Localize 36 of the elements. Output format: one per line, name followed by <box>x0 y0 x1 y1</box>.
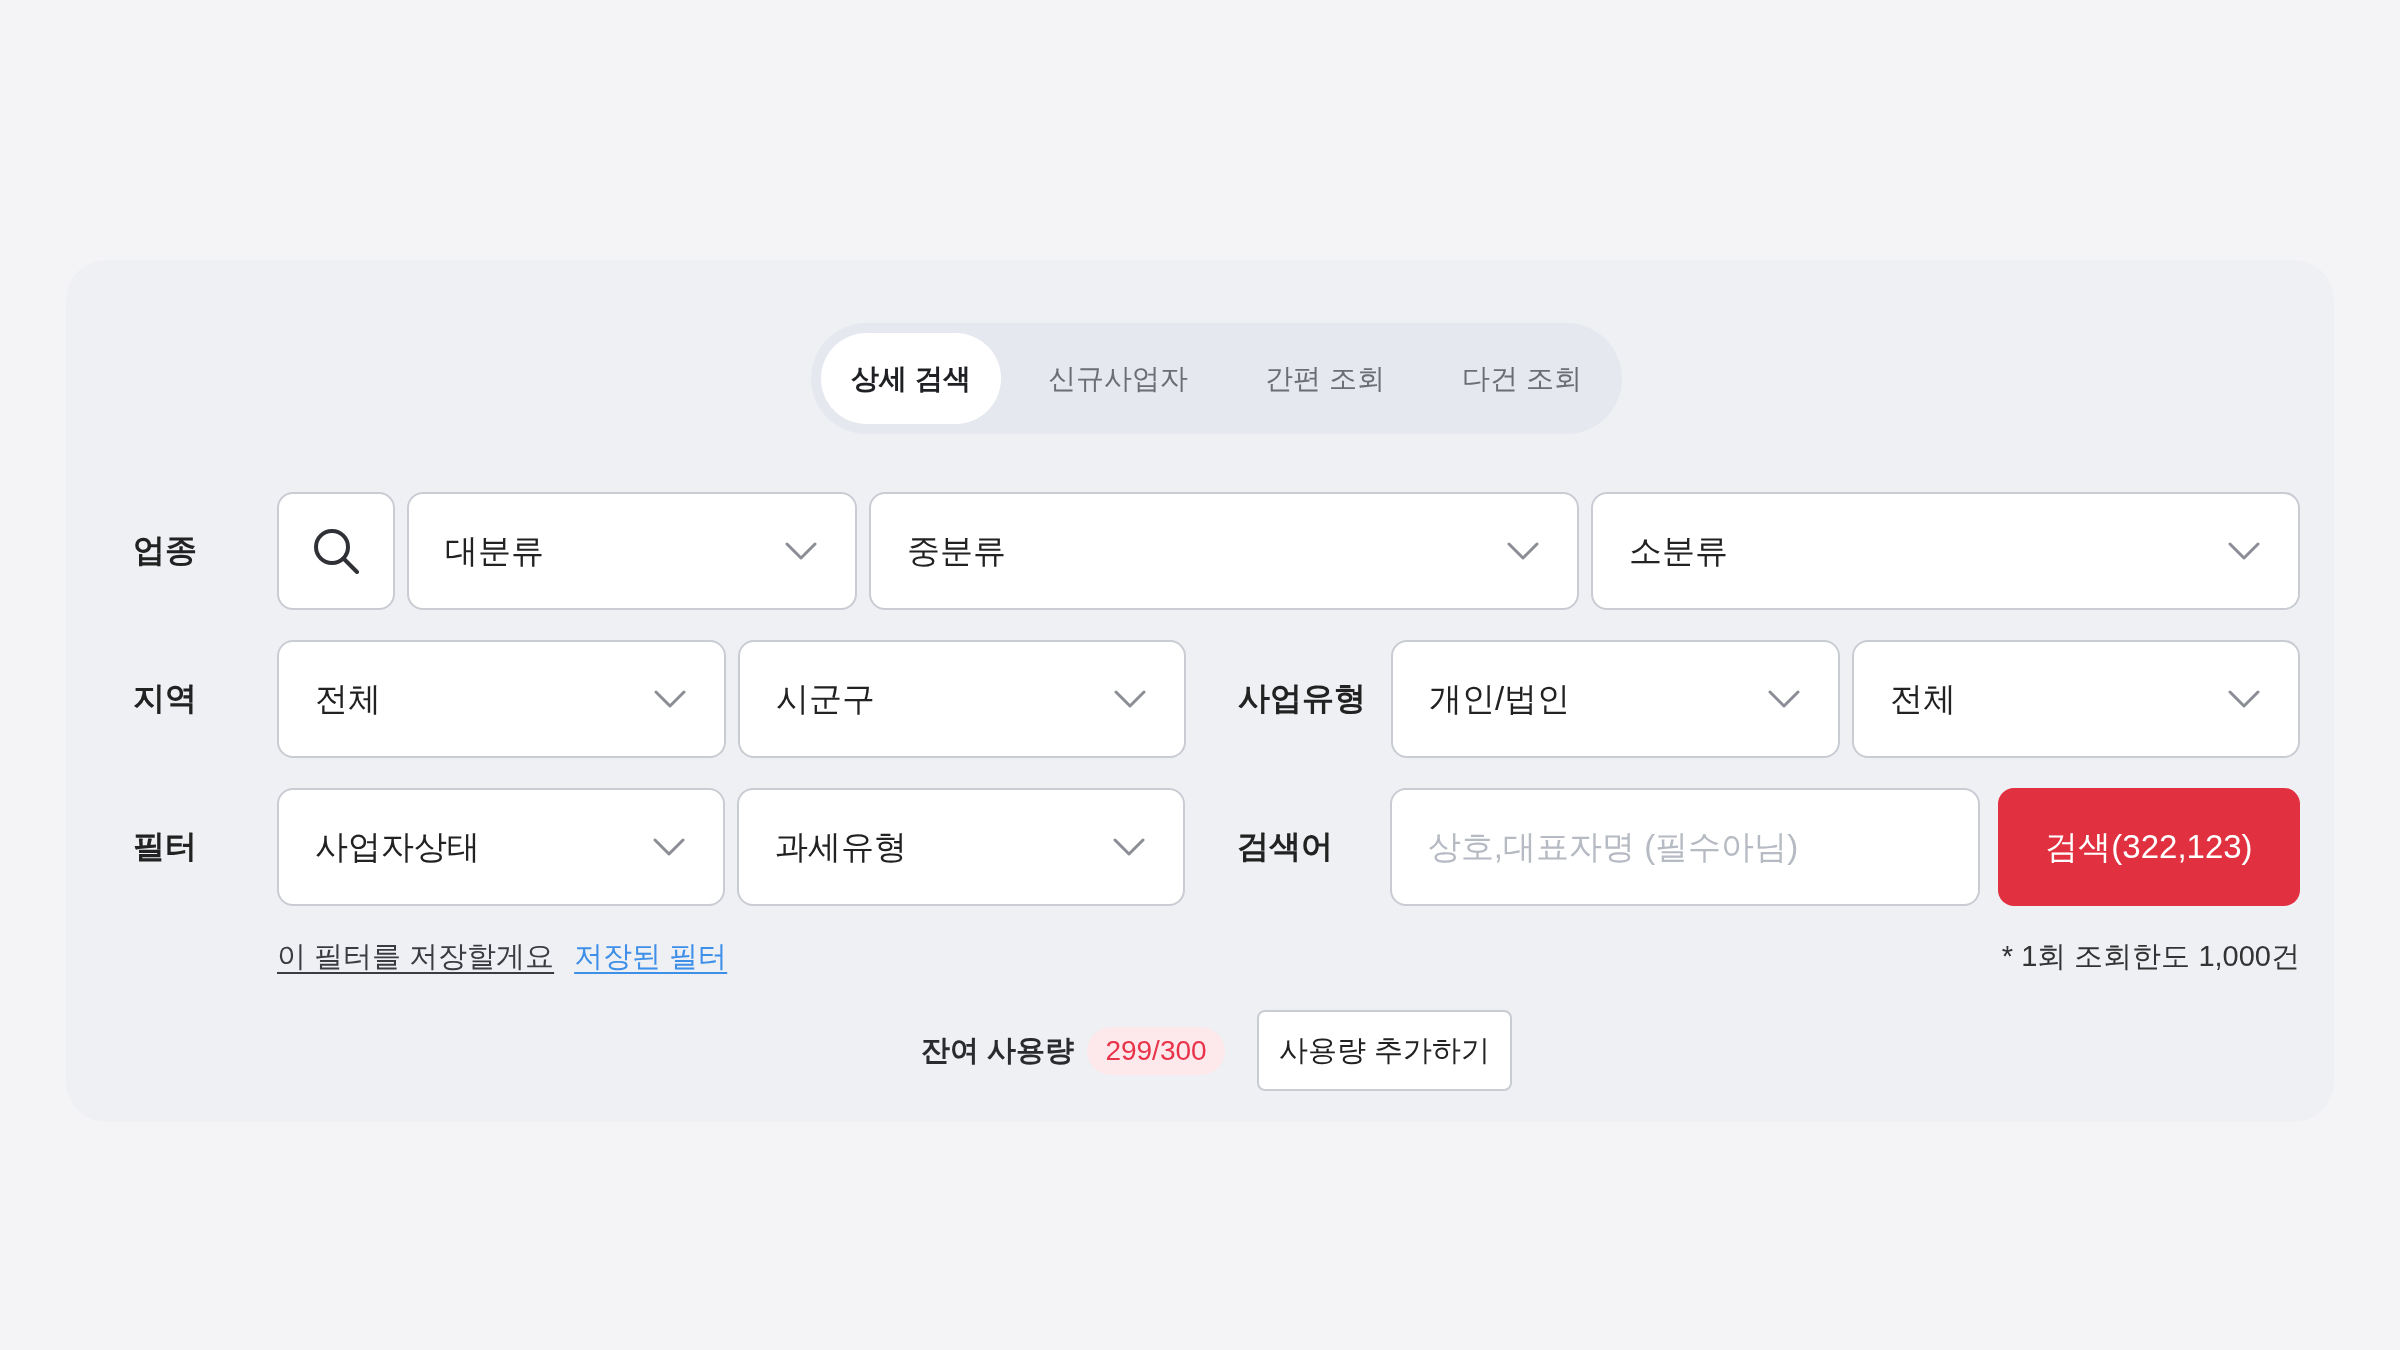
dropdown[interactable]: 중분류 <box>869 492 1579 610</box>
dropdown[interactable]: 시군구 <box>737 640 1186 758</box>
field-label: 지역 <box>133 679 198 718</box>
chevron-down-icon <box>1112 838 1145 856</box>
search-submit-button[interactable]: 검색(322,123) <box>1998 788 2300 906</box>
chevron-down-icon <box>2228 542 2260 560</box>
field-label: 필터 <box>133 827 198 866</box>
dropdown[interactable]: 소분류 <box>1590 492 2300 610</box>
chevron-down-icon <box>653 690 686 708</box>
dropdown[interactable]: 개인/법인 <box>1391 640 1840 758</box>
search-button[interactable] <box>277 492 395 610</box>
filter-link[interactable]: 이 필터를 저장할게요 <box>277 937 555 977</box>
field-label: 업종 <box>133 531 198 570</box>
tab[interactable]: 다건 조회 <box>1431 333 1612 424</box>
usage-count-badge: 299/300 <box>1087 1026 1225 1075</box>
tab[interactable]: 신규사업자 <box>1018 333 1219 424</box>
chevron-down-icon <box>1114 690 1146 708</box>
chevron-down-icon <box>1767 690 1800 708</box>
chevron-down-icon <box>652 838 685 856</box>
dropdown[interactable]: 사업자상태 <box>277 788 725 906</box>
dropdown[interactable]: 과세유형 <box>736 788 1185 906</box>
field-label: 사업유형 <box>1238 679 1367 718</box>
tab[interactable]: 간편 조회 <box>1235 333 1415 424</box>
limit-note: * 1회 조회한도 1,000건 <box>2001 939 2300 974</box>
search-field[interactable]: 상호,대표자명 (필수아님) <box>1389 788 1980 906</box>
chevron-down-icon <box>2228 690 2260 708</box>
usage-label: 잔여 사용량 <box>921 1032 1075 1068</box>
tab[interactable]: 상세 검색 <box>821 333 1002 424</box>
search-icon <box>313 528 359 574</box>
chevron-down-icon <box>1506 542 1539 560</box>
field-label: 검색어 <box>1236 827 1334 866</box>
dropdown[interactable]: 전체 <box>277 640 726 758</box>
add-usage-button[interactable]: 사용량 추가하기 <box>1256 1010 1512 1091</box>
dropdown[interactable]: 대분류 <box>407 492 857 610</box>
chevron-down-icon <box>785 542 817 560</box>
dropdown[interactable]: 전체 <box>1851 640 2300 758</box>
